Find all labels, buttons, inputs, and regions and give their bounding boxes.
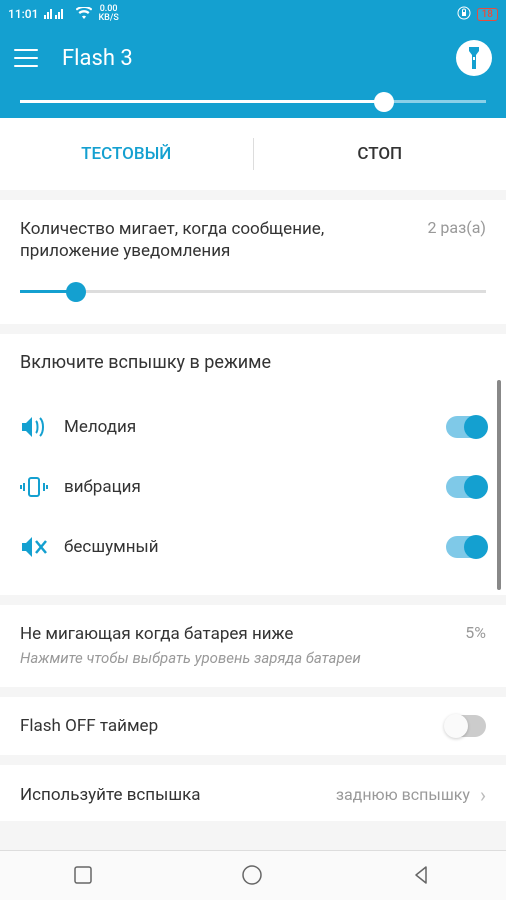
toggle-mute[interactable] bbox=[446, 536, 486, 558]
nav-recent[interactable] bbox=[72, 864, 96, 888]
flash-mode-card: Включите вспышку в режиме Мелодия вибрац… bbox=[0, 334, 506, 595]
use-flash-label: Используйте вспышка bbox=[20, 785, 326, 805]
scroll-indicator[interactable] bbox=[497, 380, 501, 590]
lock-icon bbox=[457, 6, 471, 23]
nav-home[interactable] bbox=[241, 864, 265, 888]
battery-badge: 18 bbox=[477, 8, 498, 21]
blink-count-value: 2 раз(a) bbox=[427, 218, 486, 237]
app-title: Flash 3 bbox=[62, 46, 432, 71]
blink-slider[interactable] bbox=[20, 278, 486, 306]
mode-row-mute[interactable]: бесшумный bbox=[20, 517, 486, 577]
app-bar: Flash 3 bbox=[0, 28, 506, 88]
mode-row-vibrate[interactable]: вибрация bbox=[20, 457, 486, 517]
top-slider[interactable] bbox=[0, 88, 506, 118]
battery-value: 5% bbox=[465, 623, 486, 642]
mode-label-vibrate: вибрация bbox=[64, 477, 430, 497]
use-flash-value: заднюю вспышку bbox=[336, 785, 470, 804]
blink-count-label: Количество мигает, когда сообщение, прил… bbox=[20, 218, 417, 262]
vibrate-icon bbox=[20, 473, 48, 501]
mode-label-sound: Мелодия bbox=[64, 417, 430, 437]
blink-count-card[interactable]: Количество мигает, когда сообщение, прил… bbox=[0, 200, 506, 324]
toggle-vibrate[interactable] bbox=[446, 476, 486, 498]
tab-test[interactable]: ТЕСТОВЫЙ bbox=[0, 138, 253, 170]
tab-stop[interactable]: СТОП bbox=[254, 138, 506, 170]
mode-row-sound[interactable]: Мелодия bbox=[20, 397, 486, 457]
use-flash-card[interactable]: Используйте вспышка заднюю вспышку › bbox=[0, 765, 506, 821]
content: ТЕСТОВЫЙ СТОП Количество мигает, когда с… bbox=[0, 88, 506, 850]
battery-title: Не мигающая когда батарея ниже bbox=[20, 623, 455, 645]
mode-label-mute: бесшумный bbox=[64, 537, 430, 557]
timer-label: Flash OFF таймер bbox=[20, 716, 436, 736]
battery-subtitle: Нажмите чтобы выбрать уровень заряда бат… bbox=[20, 649, 455, 669]
status-time: 11:01 bbox=[8, 7, 38, 21]
nav-back[interactable] bbox=[410, 864, 434, 888]
wifi-icon bbox=[76, 7, 92, 22]
toggle-timer[interactable] bbox=[446, 715, 486, 737]
timer-card[interactable]: Flash OFF таймер bbox=[0, 697, 506, 755]
chevron-right-icon: › bbox=[480, 783, 486, 807]
battery-card[interactable]: Не мигающая когда батарея ниже Нажмите ч… bbox=[0, 605, 506, 687]
signal-icon bbox=[44, 7, 70, 22]
mute-icon bbox=[20, 533, 48, 561]
tabs: ТЕСТОВЫЙ СТОП bbox=[0, 138, 506, 170]
flashlight-icon[interactable] bbox=[456, 40, 492, 76]
flash-mode-heading: Включите вспышку в режиме bbox=[20, 352, 486, 373]
menu-icon[interactable] bbox=[14, 49, 38, 67]
data-unit: KB/S bbox=[98, 14, 118, 23]
toggle-sound[interactable] bbox=[446, 416, 486, 438]
nav-bar bbox=[0, 850, 506, 900]
sound-icon bbox=[20, 413, 48, 441]
status-bar: 11:01 0.00 KB/S 18 bbox=[0, 0, 506, 28]
